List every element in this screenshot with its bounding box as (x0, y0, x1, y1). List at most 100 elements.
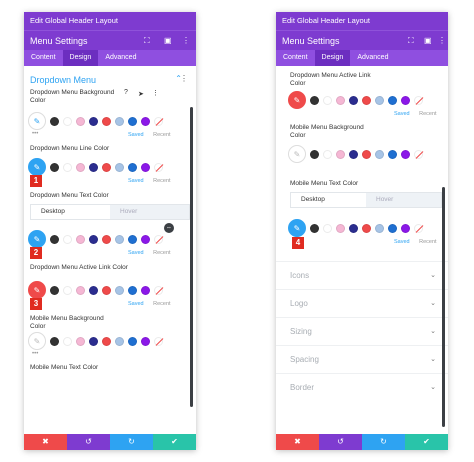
color-swatch[interactable] (141, 336, 150, 346)
color-swatch[interactable] (50, 234, 59, 244)
color-swatch[interactable] (323, 149, 332, 159)
saved-tab[interactable]: Saved (128, 250, 144, 256)
color-picker-dropdown-text[interactable]: ✎ (28, 230, 46, 248)
color-swatch[interactable] (63, 116, 72, 126)
color-swatch[interactable] (115, 336, 124, 346)
color-swatch[interactable] (141, 162, 150, 172)
close-button[interactable]: ✖ (276, 434, 319, 450)
desktop-toggle[interactable]: Desktop (31, 205, 110, 219)
desktop-toggle[interactable]: Desktop (291, 193, 366, 207)
color-swatch[interactable] (388, 149, 397, 159)
color-picker-mobile-text[interactable]: ✎ (288, 219, 306, 237)
color-swatch[interactable] (128, 336, 137, 346)
color-swatch[interactable] (388, 95, 397, 105)
no-color-swatch[interactable] (154, 116, 163, 126)
color-swatch[interactable] (50, 116, 59, 126)
no-color-swatch[interactable] (154, 162, 163, 172)
tab-advanced[interactable]: Advanced (98, 50, 143, 66)
section-sizing[interactable]: Sizing ⌄ (276, 317, 448, 345)
expand-icon[interactable]: ⛶ (408, 31, 414, 51)
color-swatch[interactable] (128, 116, 137, 126)
color-swatch[interactable] (375, 95, 384, 105)
recent-tab[interactable]: Recent (419, 111, 436, 117)
color-swatch[interactable] (76, 336, 85, 346)
no-color-swatch[interactable] (154, 234, 163, 244)
color-swatch[interactable] (375, 223, 384, 233)
color-picker-mobile-bg[interactable]: ✎ (288, 145, 306, 163)
recent-tab[interactable]: Recent (419, 239, 436, 245)
color-picker-dropdown-line[interactable]: ✎ (28, 158, 46, 176)
color-swatch[interactable] (141, 116, 150, 126)
undo-button[interactable]: ↺ (67, 434, 110, 450)
recent-tab[interactable]: Recent (153, 132, 170, 138)
color-swatch[interactable] (50, 336, 59, 346)
color-swatch[interactable] (375, 149, 384, 159)
color-swatch[interactable] (89, 162, 98, 172)
color-swatch[interactable] (362, 149, 371, 159)
color-swatch[interactable] (336, 223, 345, 233)
ellipsis-icon[interactable]: ••• (32, 350, 38, 359)
section-border[interactable]: Border ⌄ (276, 373, 448, 401)
color-swatch[interactable] (63, 234, 72, 244)
saved-tab[interactable]: Saved (128, 132, 144, 138)
hover-toggle[interactable]: Hover (366, 193, 441, 207)
saved-tab[interactable]: Saved (128, 301, 144, 307)
no-color-swatch[interactable] (154, 285, 163, 295)
color-swatch[interactable] (362, 95, 371, 105)
color-swatch[interactable] (63, 162, 72, 172)
color-swatch[interactable] (323, 95, 332, 105)
tab-advanced[interactable]: Advanced (350, 50, 395, 66)
no-color-swatch[interactable] (414, 149, 423, 159)
color-swatch[interactable] (336, 95, 345, 105)
sidebar-icon[interactable]: ▣ (424, 31, 432, 51)
color-swatch[interactable] (310, 223, 319, 233)
save-button[interactable]: ✔ (153, 434, 196, 450)
close-button[interactable]: ✖ (24, 434, 67, 450)
color-swatch[interactable] (89, 336, 98, 346)
tab-design[interactable]: Design (62, 50, 99, 66)
color-picker-mobile-bg[interactable]: ✎ (28, 332, 46, 350)
color-swatch[interactable] (401, 95, 410, 105)
hover-toggle[interactable]: Hover (110, 205, 189, 219)
color-swatch[interactable] (89, 234, 98, 244)
color-swatch[interactable] (102, 234, 111, 244)
section-more-icon[interactable]: ⋮ (180, 74, 188, 83)
scrollbar[interactable] (190, 107, 193, 407)
more-icon[interactable]: ⋮ (438, 31, 446, 51)
color-swatch[interactable] (362, 223, 371, 233)
saved-tab[interactable]: Saved (128, 178, 144, 184)
no-color-swatch[interactable] (154, 336, 163, 346)
color-swatch[interactable] (128, 234, 137, 244)
color-swatch[interactable] (102, 285, 111, 295)
color-swatch[interactable] (349, 149, 358, 159)
saved-tab[interactable]: Saved (394, 111, 410, 117)
color-swatch[interactable] (102, 336, 111, 346)
color-swatch[interactable] (115, 234, 124, 244)
color-swatch[interactable] (323, 223, 332, 233)
color-swatch[interactable] (388, 223, 397, 233)
color-swatch[interactable] (76, 116, 85, 126)
color-swatch[interactable] (310, 95, 319, 105)
color-swatch[interactable] (336, 149, 345, 159)
color-picker-dropdown-bg[interactable]: ✎ (28, 112, 46, 130)
color-swatch[interactable] (349, 95, 358, 105)
color-swatch[interactable] (63, 336, 72, 346)
color-swatch[interactable] (310, 149, 319, 159)
more-icon[interactable]: ⋮ (182, 31, 190, 51)
ellipsis-icon[interactable]: ••• (32, 130, 38, 139)
color-swatch[interactable] (50, 162, 59, 172)
scrollbar[interactable] (442, 187, 445, 427)
color-picker-dropdown-active[interactable]: ✎ (288, 91, 306, 109)
color-swatch[interactable] (63, 285, 72, 295)
color-swatch[interactable] (102, 116, 111, 126)
save-button[interactable]: ✔ (405, 434, 448, 450)
recent-tab[interactable]: Recent (153, 250, 170, 256)
color-swatch[interactable] (115, 162, 124, 172)
color-swatch[interactable] (76, 162, 85, 172)
tab-design[interactable]: Design (314, 50, 351, 66)
color-swatch[interactable] (401, 223, 410, 233)
redo-button[interactable]: ↻ (362, 434, 405, 450)
recent-tab[interactable]: Recent (153, 301, 170, 307)
help-icon[interactable]: ? (124, 89, 128, 96)
no-color-swatch[interactable] (414, 95, 423, 105)
